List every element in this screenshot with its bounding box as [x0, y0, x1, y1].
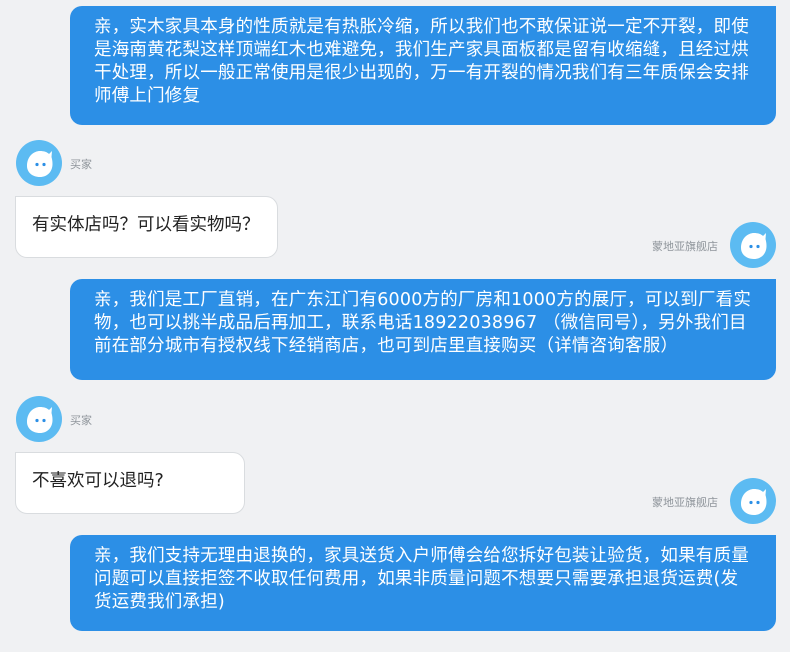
seller-avatar[interactable]: [730, 478, 776, 524]
message-text: 有实体店吗？可以看实物吗？: [32, 215, 260, 235]
seller-message-bubble: 亲，我们是工厂直销，在广东江门有6000方的厂房和1000方的展厅，可以到厂看实…: [70, 279, 776, 380]
seller-name: 蒙地亚旗舰店: [652, 240, 718, 253]
chat-mascot-icon: [27, 407, 53, 433]
seller-avatar[interactable]: [730, 222, 776, 268]
buyer-message-bubble: 不喜欢可以退吗?: [15, 452, 245, 514]
message-text: 亲，实木家具本身的性质就是有热胀冷缩，所以我们也不敢保证说一定不开裂，即使是海南…: [94, 17, 749, 106]
chat-mascot-icon: [741, 233, 767, 259]
buyer-message-bubble: 有实体店吗？可以看实物吗？: [15, 196, 278, 258]
message-text: 亲，我们支持无理由退换的，家具送货入户师傅会给您拆好包装让验货，如果有质量问题可…: [94, 546, 749, 612]
chat-mascot-icon: [27, 151, 53, 177]
buyer-name: 买家: [70, 158, 92, 171]
buyer-avatar[interactable]: [16, 396, 62, 442]
message-text: 不喜欢可以退吗?: [32, 471, 164, 491]
message-text: 亲，我们是工厂直销，在广东江门有6000方的厂房和1000方的展厅，可以到厂看实…: [94, 290, 752, 356]
seller-message-bubble: 亲，我们支持无理由退换的，家具送货入户师傅会给您拆好包装让验货，如果有质量问题可…: [70, 535, 776, 631]
buyer-name: 买家: [70, 414, 92, 427]
seller-name: 蒙地亚旗舰店: [652, 496, 718, 509]
buyer-avatar[interactable]: [16, 140, 62, 186]
seller-message-bubble: 亲，实木家具本身的性质就是有热胀冷缩，所以我们也不敢保证说一定不开裂，即使是海南…: [70, 6, 776, 125]
chat-mascot-icon: [741, 489, 767, 515]
